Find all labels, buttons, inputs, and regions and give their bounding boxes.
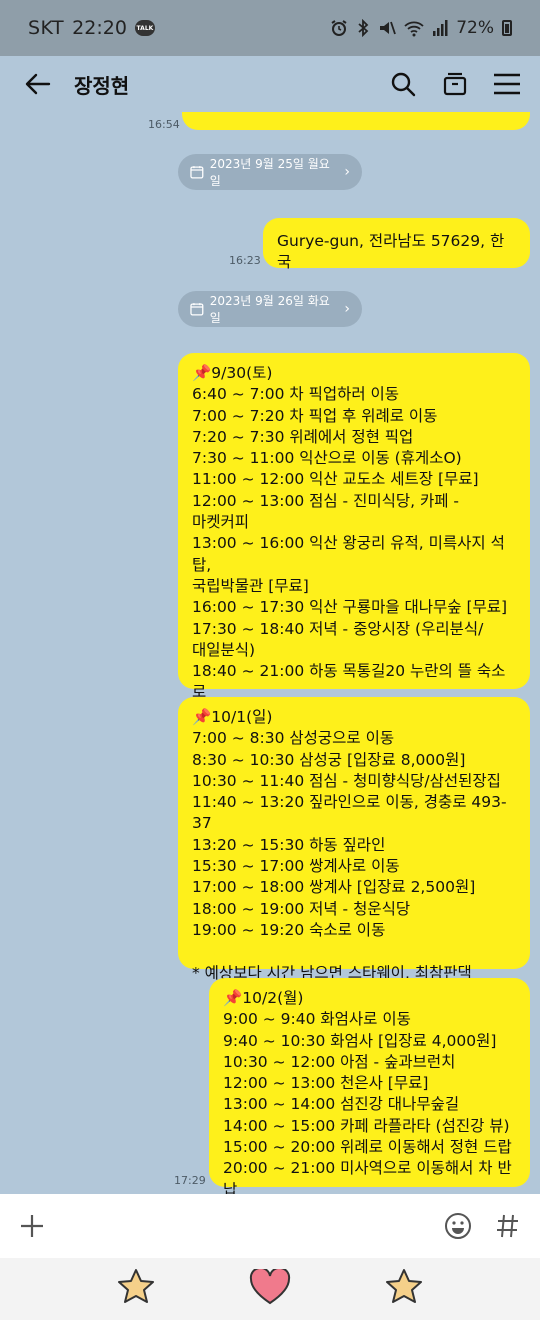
mute-icon (380, 21, 397, 35)
message-bubble[interactable]: 📌10/1(일) 7:00 ~ 8:30 삼성궁으로 이동 8:30 ~ 10:… (178, 697, 530, 982)
previous-message-bubble[interactable] (182, 112, 530, 130)
message-time: 16:54 (148, 118, 180, 131)
date-divider[interactable]: 2023년 9월 25일 월요일 › (178, 154, 362, 190)
date-label: 2023년 9월 26일 화요일 (209, 294, 330, 325)
back-arrow-icon[interactable] (18, 64, 58, 104)
message-input-bar (0, 1194, 540, 1258)
wifi-icon (404, 21, 424, 37)
signal-icon (433, 20, 448, 36)
battery-icon (502, 20, 512, 36)
emoticon-icon[interactable] (440, 1208, 476, 1244)
message-time: 16:23 (229, 254, 261, 267)
menu-icon[interactable] (492, 69, 522, 99)
date-divider[interactable]: 2023년 9월 26일 화요일 › (178, 291, 362, 327)
clock: 22:20 (72, 17, 127, 39)
battery-percent: 72% (456, 18, 494, 38)
drawer-icon[interactable] (440, 69, 470, 99)
heart-emoji-icon[interactable] (249, 1266, 291, 1309)
date-label: 2023년 9월 25일 월요일 (209, 157, 330, 188)
message-bubble[interactable]: 📌9/30(토) 6:40 ~ 7:00 차 픽업하러 이동 7:00 ~ 7:… (178, 353, 530, 723)
status-left: SKT 22:20 TALK (28, 17, 155, 39)
quick-emoji-tray (0, 1258, 540, 1320)
star-emoji-icon[interactable] (384, 1268, 424, 1310)
calendar-icon (190, 166, 204, 179)
plus-icon[interactable] (14, 1208, 50, 1244)
search-icon[interactable] (388, 69, 418, 99)
message-bubble[interactable]: Gurye-gun, 전라남도 57629, 한국 (263, 218, 530, 271)
status-bar: SKT 22:20 TALK 72% (0, 0, 540, 56)
chat-header: 장정현 (0, 56, 540, 112)
star-emoji-icon[interactable] (116, 1268, 156, 1310)
message-bubble[interactable]: 📌10/2(월) 9:00 ~ 9:40 화엄사로 이동 9:40 ~ 10:3… (209, 978, 530, 1194)
hashtag-icon[interactable] (490, 1208, 526, 1244)
status-right: 72% (330, 18, 512, 38)
header-actions (388, 69, 522, 99)
bluetooth-icon (358, 19, 369, 37)
chevron-right-icon: › (344, 164, 350, 180)
message-input[interactable] (50, 1206, 440, 1246)
calendar-icon (190, 303, 204, 316)
chevron-right-icon: › (344, 301, 350, 317)
carrier-label: SKT (28, 17, 65, 39)
kakaotalk-notification-icon: TALK (134, 20, 155, 36)
alarm-icon (331, 20, 347, 36)
chat-title: 장정현 (74, 73, 130, 98)
message-time: 17:29 (174, 1174, 206, 1187)
chat-messages[interactable]: 16:54 2023년 9월 25일 월요일 › Gurye-gun, 전라남도… (0, 112, 540, 1194)
